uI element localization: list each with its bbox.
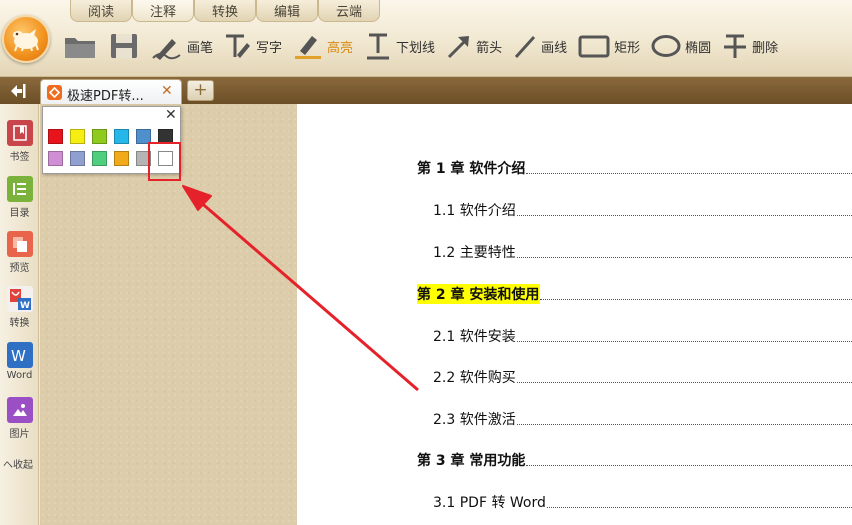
- collapse-left-icon: [11, 84, 26, 98]
- toc-entry-highlighted[interactable]: 第 2 章 安装和使用: [417, 284, 852, 304]
- word-icon: W: [6, 342, 33, 368]
- underline-button[interactable]: 下划线: [363, 28, 435, 64]
- write-text-button[interactable]: 写字: [223, 28, 282, 64]
- text-pen-icon: [226, 34, 251, 58]
- sidebar-item-preview[interactable]: 预览: [0, 231, 39, 274]
- save-button[interactable]: [108, 28, 140, 64]
- toc-entry[interactable]: 2.3 软件激活: [433, 409, 852, 429]
- rectangle-button[interactable]: 矩形: [577, 28, 640, 64]
- toc-entry[interactable]: 第 3 章 常用功能: [417, 450, 852, 470]
- selected-swatch-highlight: [148, 142, 181, 181]
- tab-cloud[interactable]: 云端: [318, 0, 380, 22]
- toc-entry[interactable]: 3.1 PDF 转 Word: [433, 492, 852, 512]
- menu-tabs: 阅读 注释 转换 编辑 云端: [70, 0, 380, 22]
- color-swatch[interactable]: [92, 151, 107, 166]
- underline-icon: [367, 33, 390, 60]
- sidebar-item-word[interactable]: W Word: [0, 342, 39, 381]
- add-tab-button[interactable]: +: [187, 80, 214, 101]
- document-tab-title: 极速PDF转...: [67, 89, 144, 104]
- pen-icon: [152, 39, 181, 60]
- sidebar-item-toc[interactable]: 目录: [0, 176, 39, 219]
- highlighter-icon: [295, 36, 322, 59]
- tab-edit[interactable]: 编辑: [256, 0, 318, 22]
- image-icon: [6, 397, 33, 423]
- table-of-contents-icon: [6, 176, 33, 202]
- toc-entry[interactable]: 1.2 主要特性: [433, 242, 852, 262]
- close-popup-icon[interactable]: ✕: [165, 107, 177, 123]
- ellipse-button[interactable]: 椭圆: [650, 28, 711, 64]
- arrow-icon: [448, 36, 470, 59]
- top-toolbar: 阅读 注释 转换 编辑 云端 画笔 写字 高亮 下划线 箭头 画线 矩形 椭圆 …: [0, 0, 852, 77]
- sidebar-item-bookmark[interactable]: 书签: [0, 120, 39, 163]
- document-tab[interactable]: 极速PDF转... ✕: [40, 79, 182, 104]
- tab-convert[interactable]: 转换: [194, 0, 256, 22]
- collapse-sidebar-toggle[interactable]: へ收起: [3, 456, 33, 471]
- toc-entry[interactable]: 2.1 软件安装: [433, 326, 852, 346]
- open-file-button[interactable]: [62, 28, 98, 64]
- ellipse-icon: [651, 35, 681, 57]
- draw-button[interactable]: 画笔: [150, 28, 213, 64]
- sidebar-item-image[interactable]: 图片: [0, 397, 39, 440]
- toc-entry[interactable]: 第 1 章 软件介绍: [417, 158, 852, 178]
- left-sidebar: 书签 目录 预览 W 转换 W Word 图片 へ收起: [0, 104, 39, 525]
- color-swatch[interactable]: [48, 129, 63, 144]
- svg-text:W: W: [20, 301, 30, 311]
- tab-annotate[interactable]: 注释: [132, 0, 194, 22]
- color-swatch[interactable]: [70, 151, 85, 166]
- document-tab-bar: 极速PDF转... ✕ +: [0, 77, 852, 104]
- sidebar-item-convert[interactable]: W 转换: [0, 286, 39, 329]
- arrow-button[interactable]: 箭头: [445, 28, 502, 64]
- preview-pages-icon: [6, 231, 33, 257]
- svg-text:W: W: [11, 347, 26, 365]
- color-swatch[interactable]: [92, 129, 107, 144]
- color-swatch[interactable]: [70, 129, 85, 144]
- highlight-button[interactable]: 高亮: [292, 28, 353, 64]
- document-page: 第 1 章 软件介绍 1.1 软件介绍 1.2 主要特性 第 2 章 安装和使用…: [297, 104, 852, 525]
- toc-entry[interactable]: 1.1 软件介绍: [433, 200, 852, 220]
- line-button[interactable]: 画线: [512, 28, 567, 64]
- pdf-to-word-icon: W: [6, 286, 33, 312]
- strikethrough-button[interactable]: 删除: [721, 28, 778, 64]
- toc-entry[interactable]: 2.2 软件购买: [433, 367, 852, 387]
- rectangle-icon: [578, 35, 610, 58]
- collapse-sidebar-button[interactable]: [9, 83, 27, 99]
- line-icon: [514, 35, 536, 59]
- save-icon: [111, 34, 137, 58]
- folder-icon: [65, 38, 95, 58]
- annotation-tools: 画笔 写字 高亮 下划线 箭头 画线 矩形 椭圆 删除: [62, 28, 788, 64]
- strikethrough-icon: [724, 34, 747, 58]
- tab-read[interactable]: 阅读: [70, 0, 132, 22]
- color-swatch[interactable]: [114, 151, 129, 166]
- close-tab-icon[interactable]: ✕: [161, 83, 173, 99]
- app-logo-icon[interactable]: [2, 15, 50, 63]
- bookmark-icon: [6, 120, 33, 146]
- color-swatch[interactable]: [48, 151, 63, 166]
- pdf-file-icon: [47, 85, 62, 100]
- color-swatch[interactable]: [114, 129, 129, 144]
